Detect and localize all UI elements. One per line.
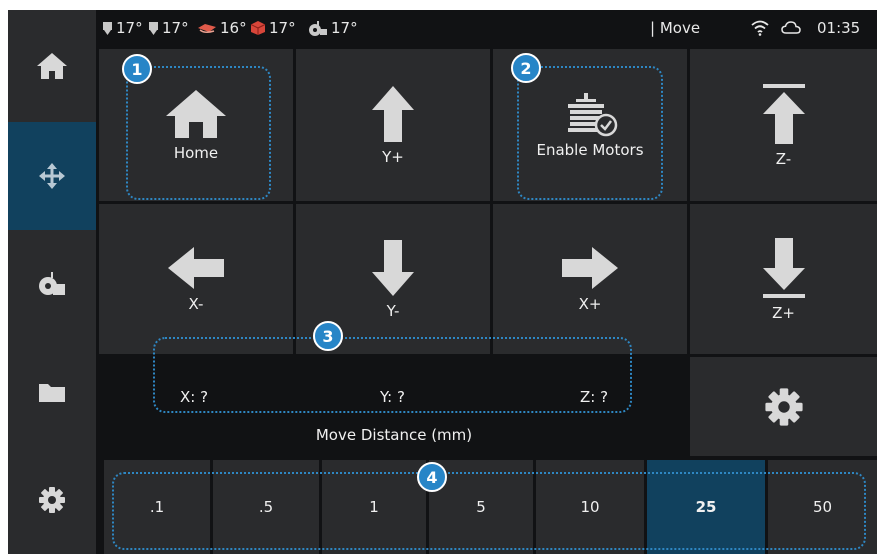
callout-badge-3: 3 [313, 321, 343, 351]
arrow-up-icon [372, 86, 414, 142]
move-distance-label: Move Distance (mm) [315, 426, 473, 444]
cloud-icon [781, 21, 801, 34]
panel-title: | Move [650, 19, 701, 37]
temp-nozzle-1: 17° [102, 10, 143, 46]
move-arrows-icon [39, 163, 65, 189]
chamber-icon [250, 21, 266, 35]
x-plus-button[interactable]: X+ [493, 204, 687, 354]
sidebar [8, 10, 96, 554]
y-minus-label: Y- [386, 302, 400, 320]
callout-badge-4: 4 [417, 462, 447, 492]
sidebar-item-files[interactable] [8, 338, 96, 446]
arrow-down-to-bar-icon [762, 238, 805, 298]
temp-chamber: 17° [250, 10, 296, 46]
sidebar-item-move[interactable] [8, 122, 96, 230]
sidebar-item-home[interactable] [8, 10, 96, 122]
nozzle-icon [103, 21, 112, 35]
x-plus-label: X+ [578, 295, 602, 313]
arrow-down-icon [372, 240, 414, 296]
move-settings-button[interactable] [690, 357, 877, 456]
x-minus-label: X- [188, 295, 204, 313]
home-icon [37, 53, 67, 79]
callout-badge-1: 1 [122, 54, 152, 84]
temp-nozzle-2: 17° [148, 10, 189, 46]
callout-box-2 [517, 66, 663, 200]
y-plus-button[interactable]: Y+ [296, 49, 490, 201]
arrow-left-icon [168, 247, 224, 289]
callout-box-3 [153, 337, 632, 413]
z-plus-button[interactable]: Z+ [690, 204, 877, 354]
y-plus-label: Y+ [382, 148, 404, 166]
callout-box-4 [112, 472, 866, 550]
x-minus-button[interactable]: X- [99, 204, 293, 354]
z-minus-label: Z- [775, 150, 792, 168]
wifi-icon [751, 20, 769, 36]
gear-icon [764, 387, 803, 426]
sidebar-item-extrude[interactable] [8, 230, 96, 338]
arrow-right-icon [562, 247, 618, 289]
status-bar: 17° 17° 16° 17° 17° | Move 01:35 [98, 10, 877, 46]
temp-bed: 16° [197, 10, 247, 46]
callout-badge-2: 2 [511, 53, 541, 83]
screen: 17° 17° 16° 17° 17° | Move 01:35 Home Y+… [8, 10, 877, 554]
z-plus-label: Z+ [772, 304, 795, 322]
fan-icon [309, 21, 327, 36]
sidebar-item-settings[interactable] [8, 446, 96, 554]
bed-icon [198, 24, 216, 34]
folder-icon [39, 384, 65, 402]
temp-fan: 17° [308, 10, 358, 46]
clock: 01:35 [817, 19, 861, 37]
z-minus-button[interactable]: Z- [690, 49, 877, 201]
gear-icon [39, 487, 65, 513]
callout-box-1 [126, 66, 271, 200]
nozzle-icon [149, 21, 158, 35]
arrow-up-to-bar-icon [762, 84, 805, 144]
extruder-icon [39, 272, 65, 295]
